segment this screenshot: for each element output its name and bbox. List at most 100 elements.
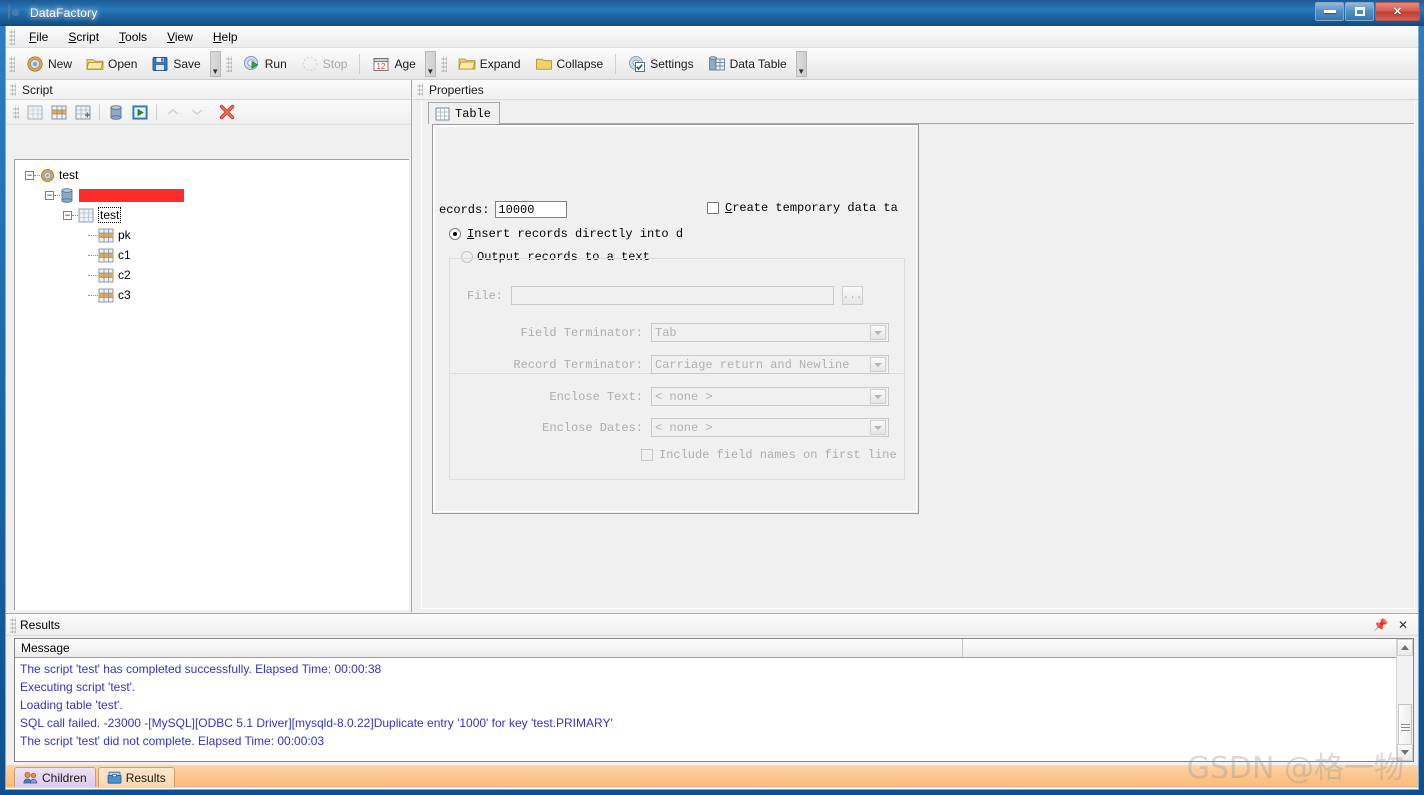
results-row[interactable]: Executing script 'test'. (15, 678, 1413, 696)
properties-pane-gripper[interactable] (417, 83, 423, 96)
field-terminator-value: Tab (655, 325, 677, 340)
close-icon[interactable]: ✕ (1393, 618, 1418, 632)
tab-table[interactable]: Table (428, 102, 501, 124)
run-script-icon[interactable] (128, 102, 152, 123)
toolbar-save-button[interactable]: Save (144, 51, 207, 77)
tree-label-column-pk: pk (118, 228, 131, 242)
toolbar-stop-button[interactable]: Stop (294, 51, 355, 77)
records-input[interactable]: 10000 (495, 201, 568, 218)
tree-node-script[interactable]: − test (15, 165, 409, 185)
tree-node-column[interactable]: c3 (15, 285, 409, 305)
minimize-button[interactable] (1315, 2, 1344, 21)
enclose-dates-select[interactable]: < none > (651, 418, 889, 437)
move-down-icon[interactable] (185, 102, 209, 123)
toolbar-settings-label: Settings (650, 56, 694, 71)
toolbar-collapse-label: Collapse (556, 56, 604, 71)
tree-expander-0[interactable]: − (25, 170, 34, 180)
chevron-down-icon[interactable] (870, 325, 886, 340)
results-row[interactable]: The script 'test' did not complete. Elap… (15, 732, 1413, 750)
results-column-extra[interactable] (963, 639, 1413, 657)
chevron-down-icon[interactable] (870, 420, 886, 435)
client-area: File Script Tools View Help New Open Sav… (5, 26, 1419, 790)
script-pane-gripper[interactable] (10, 83, 16, 96)
scroll-down-button[interactable] (1397, 744, 1413, 761)
scroll-up-button[interactable] (1397, 639, 1413, 656)
results-row[interactable]: The script 'test' has completed successf… (15, 660, 1413, 678)
results-grid[interactable]: Message The script 'test' has completed … (14, 638, 1414, 762)
window-controls: ✕ (1315, 2, 1420, 21)
menu-tools[interactable]: Tools (109, 27, 157, 47)
table-plus-icon[interactable] (71, 102, 95, 123)
toolbar-group-view: Expand Collapse Settings Data Table (451, 49, 794, 79)
toolbar-expand-button[interactable]: Expand (451, 51, 528, 77)
toolbar-gripper-3[interactable] (440, 55, 447, 72)
record-terminator-select[interactable]: Carriage return and Newline (651, 355, 889, 374)
app-gear-icon (8, 4, 24, 21)
toolbar-data-table-label: Data Table (729, 56, 787, 71)
menu-file[interactable]: File (19, 27, 58, 47)
enclose-text-select[interactable]: < none > (651, 387, 889, 406)
toolbar-settings-button[interactable]: Settings (621, 51, 700, 77)
menu-script[interactable]: Script (58, 27, 109, 47)
move-up-icon[interactable] (161, 102, 185, 123)
tab-results[interactable]: Results (97, 767, 175, 787)
results-icon (107, 771, 122, 784)
toolbar-age-button[interactable]: 12 Age (365, 51, 422, 77)
gear-play-icon (243, 55, 261, 73)
tree-node-column[interactable]: c2 (15, 265, 409, 285)
chevron-down-icon[interactable] (870, 389, 886, 404)
database-icon[interactable] (104, 102, 128, 123)
window-title: DataFactory (30, 6, 98, 20)
toolbar-data-table-button[interactable]: Data Table (701, 51, 794, 77)
results-column-message[interactable]: Message (15, 639, 963, 657)
file-input[interactable] (511, 286, 835, 305)
new-table-icon[interactable] (23, 102, 47, 123)
tree-node-table[interactable]: − test (15, 205, 409, 225)
title-bar: DataFactory ✕ (0, 0, 1424, 26)
toolbar-gripper-2[interactable] (225, 55, 232, 72)
pin-icon[interactable]: 📌 (1368, 618, 1393, 632)
tab-children[interactable]: Children (14, 767, 96, 787)
results-rows: The script 'test' has completed successf… (15, 658, 1413, 750)
create-temp-checkbox[interactable] (707, 202, 719, 214)
chevron-down-icon[interactable] (870, 357, 886, 372)
results-row[interactable]: Loading table 'test'. (15, 696, 1413, 714)
results-row[interactable]: SQL call failed. -23000 -[MySQL][ODBC 5.… (15, 714, 1413, 732)
toolbar-overflow-2[interactable]: ▼ (424, 50, 436, 77)
record-terminator-label: Record Terminator: (513, 357, 643, 372)
tree-node-column[interactable]: c1 (15, 245, 409, 265)
file-browse-button[interactable]: ... (842, 286, 864, 305)
toolbar-open-button[interactable]: Open (79, 51, 144, 77)
menu-help[interactable]: Help (203, 27, 248, 47)
toolbar-overflow-3[interactable]: ▼ (795, 50, 807, 77)
toolbar-overflow-1[interactable]: ▼ (209, 50, 221, 77)
tree-expander-1[interactable]: − (45, 190, 54, 200)
menu-view[interactable]: View (157, 27, 203, 47)
script-tree[interactable]: − test − − test pk c1 c2 c3 (14, 159, 409, 610)
results-pane-title: Results 📌 ✕ (6, 614, 1418, 636)
tree-label-column-c1: c1 (118, 248, 131, 262)
tree-node-column[interactable]: pk (15, 225, 409, 245)
close-button[interactable]: ✕ (1375, 2, 1420, 21)
maximize-button[interactable] (1345, 2, 1374, 21)
menu-gripper[interactable] (9, 28, 15, 45)
results-scrollbar[interactable] (1396, 639, 1413, 761)
toolbar-collapse-button[interactable]: Collapse (528, 51, 611, 77)
tree-expander-2[interactable]: − (63, 210, 72, 220)
column-icon (98, 248, 114, 263)
toolbar-new-button[interactable]: New (19, 51, 79, 77)
insert-mode-radio[interactable] (449, 228, 461, 240)
results-pane-gripper[interactable] (10, 616, 16, 633)
table-orange-icon[interactable] (47, 102, 71, 123)
include-field-names-checkbox[interactable] (641, 449, 653, 461)
toolbar-separator-2 (615, 53, 617, 74)
tree-node-connection[interactable]: − (15, 185, 409, 205)
toolbar-run-button[interactable]: Run (236, 51, 294, 77)
tree-toolbar-gripper[interactable] (13, 105, 19, 119)
delete-x-icon[interactable] (215, 102, 239, 123)
records-input-value: 10000 (498, 202, 535, 217)
folder-icon (86, 55, 104, 73)
toolbar-gripper-1[interactable] (9, 55, 15, 72)
properties-pane-title: Properties (413, 80, 1418, 100)
field-terminator-select[interactable]: Tab (651, 323, 889, 342)
